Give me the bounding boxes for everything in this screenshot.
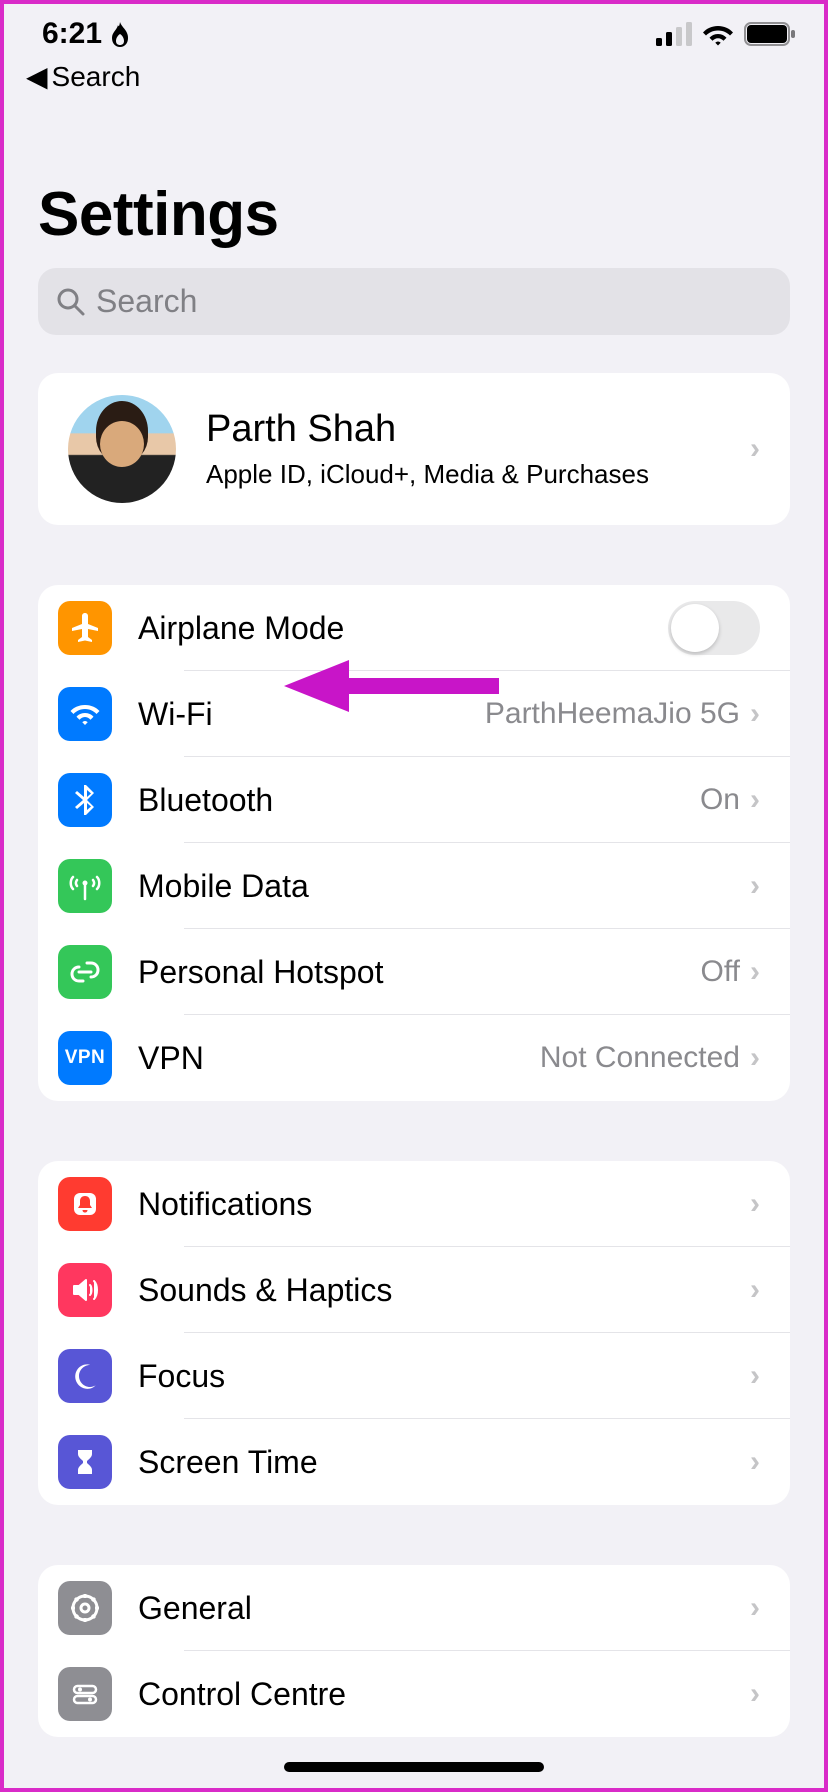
personal-hotspot-row[interactable]: Personal Hotspot Off › (38, 929, 790, 1015)
vpn-value: Not Connected (540, 1041, 740, 1075)
airplane-mode-row[interactable]: Airplane Mode (38, 585, 790, 671)
status-left: 6:21 (42, 17, 132, 51)
chevron-right-icon: › (750, 1591, 760, 1625)
hourglass-icon (58, 1435, 112, 1489)
chevron-right-icon: › (750, 1273, 760, 1307)
chevron-right-icon: › (750, 1677, 760, 1711)
antenna-icon (58, 859, 112, 913)
profile-name: Parth Shah (206, 408, 720, 451)
focus-row[interactable]: Focus › (38, 1333, 790, 1419)
row-label: Wi-Fi (138, 696, 485, 733)
battery-icon (744, 22, 796, 46)
vpn-row[interactable]: VPN VPN Not Connected › (38, 1015, 790, 1101)
flame-icon (108, 20, 132, 48)
notifications-row[interactable]: Notifications › (38, 1161, 790, 1247)
general-row[interactable]: General › (38, 1565, 790, 1651)
connectivity-group: Airplane Mode Wi-Fi ParthHeemaJio 5G › B… (38, 585, 790, 1101)
row-label: Personal Hotspot (138, 954, 701, 991)
avatar (68, 395, 176, 503)
row-label: Control Centre (138, 1676, 750, 1713)
status-bar: 6:21 (4, 4, 824, 58)
chevron-right-icon: › (750, 1359, 760, 1393)
row-label: Sounds & Haptics (138, 1272, 750, 1309)
moon-icon (58, 1349, 112, 1403)
control-centre-row[interactable]: Control Centre › (38, 1651, 790, 1737)
chevron-right-icon: › (750, 869, 760, 903)
mobile-data-row[interactable]: Mobile Data › (38, 843, 790, 929)
speaker-icon (58, 1263, 112, 1317)
gear-icon (58, 1581, 112, 1635)
screen-time-row[interactable]: Screen Time › (38, 1419, 790, 1505)
sounds-row[interactable]: Sounds & Haptics › (38, 1247, 790, 1333)
general-group: General › Control Centre › (38, 1565, 790, 1737)
status-right (656, 22, 796, 46)
wifi-status-icon (702, 22, 734, 46)
chevron-right-icon: › (750, 697, 760, 731)
wifi-row[interactable]: Wi-Fi ParthHeemaJio 5G › (38, 671, 790, 757)
chevron-right-icon: › (750, 432, 760, 466)
chevron-right-icon: › (750, 1041, 760, 1075)
chevron-right-icon: › (750, 1445, 760, 1479)
chevron-right-icon: › (750, 783, 760, 817)
hotspot-icon (58, 945, 112, 999)
back-to-search[interactable]: ◀ Search (4, 58, 824, 93)
notifications-icon (58, 1177, 112, 1231)
bluetooth-icon (58, 773, 112, 827)
home-indicator[interactable] (284, 1762, 544, 1772)
row-label: General (138, 1590, 750, 1627)
row-label: Focus (138, 1358, 750, 1395)
airplane-icon (58, 601, 112, 655)
hotspot-value: Off (701, 955, 740, 989)
cellular-icon (656, 22, 692, 46)
row-label: Mobile Data (138, 868, 750, 905)
bluetooth-value: On (700, 783, 740, 817)
row-label: Notifications (138, 1186, 750, 1223)
bluetooth-row[interactable]: Bluetooth On › (38, 757, 790, 843)
apple-id-row[interactable]: Parth Shah Apple ID, iCloud+, Media & Pu… (38, 373, 790, 525)
wifi-icon (58, 687, 112, 741)
chevron-right-icon: › (750, 1187, 760, 1221)
row-label: Bluetooth (138, 782, 700, 819)
search-input[interactable] (96, 283, 772, 320)
vpn-icon: VPN (58, 1031, 112, 1085)
row-label: VPN (138, 1040, 540, 1077)
back-label: Search (52, 61, 141, 93)
status-time: 6:21 (42, 17, 102, 51)
chevron-right-icon: › (750, 955, 760, 989)
search-bar[interactable] (38, 268, 790, 335)
airplane-toggle[interactable] (668, 601, 760, 655)
profile-subtitle: Apple ID, iCloud+, Media & Purchases (206, 459, 720, 490)
profile-group: Parth Shah Apple ID, iCloud+, Media & Pu… (38, 373, 790, 525)
notifications-group: Notifications › Sounds & Haptics › Focus… (38, 1161, 790, 1505)
back-arrow-icon: ◀ (26, 60, 48, 93)
page-title: Settings (38, 179, 790, 250)
wifi-value: ParthHeemaJio 5G (485, 697, 740, 731)
control-centre-icon (58, 1667, 112, 1721)
row-label: Screen Time (138, 1444, 750, 1481)
row-label: Airplane Mode (138, 610, 668, 647)
search-icon (56, 287, 86, 317)
